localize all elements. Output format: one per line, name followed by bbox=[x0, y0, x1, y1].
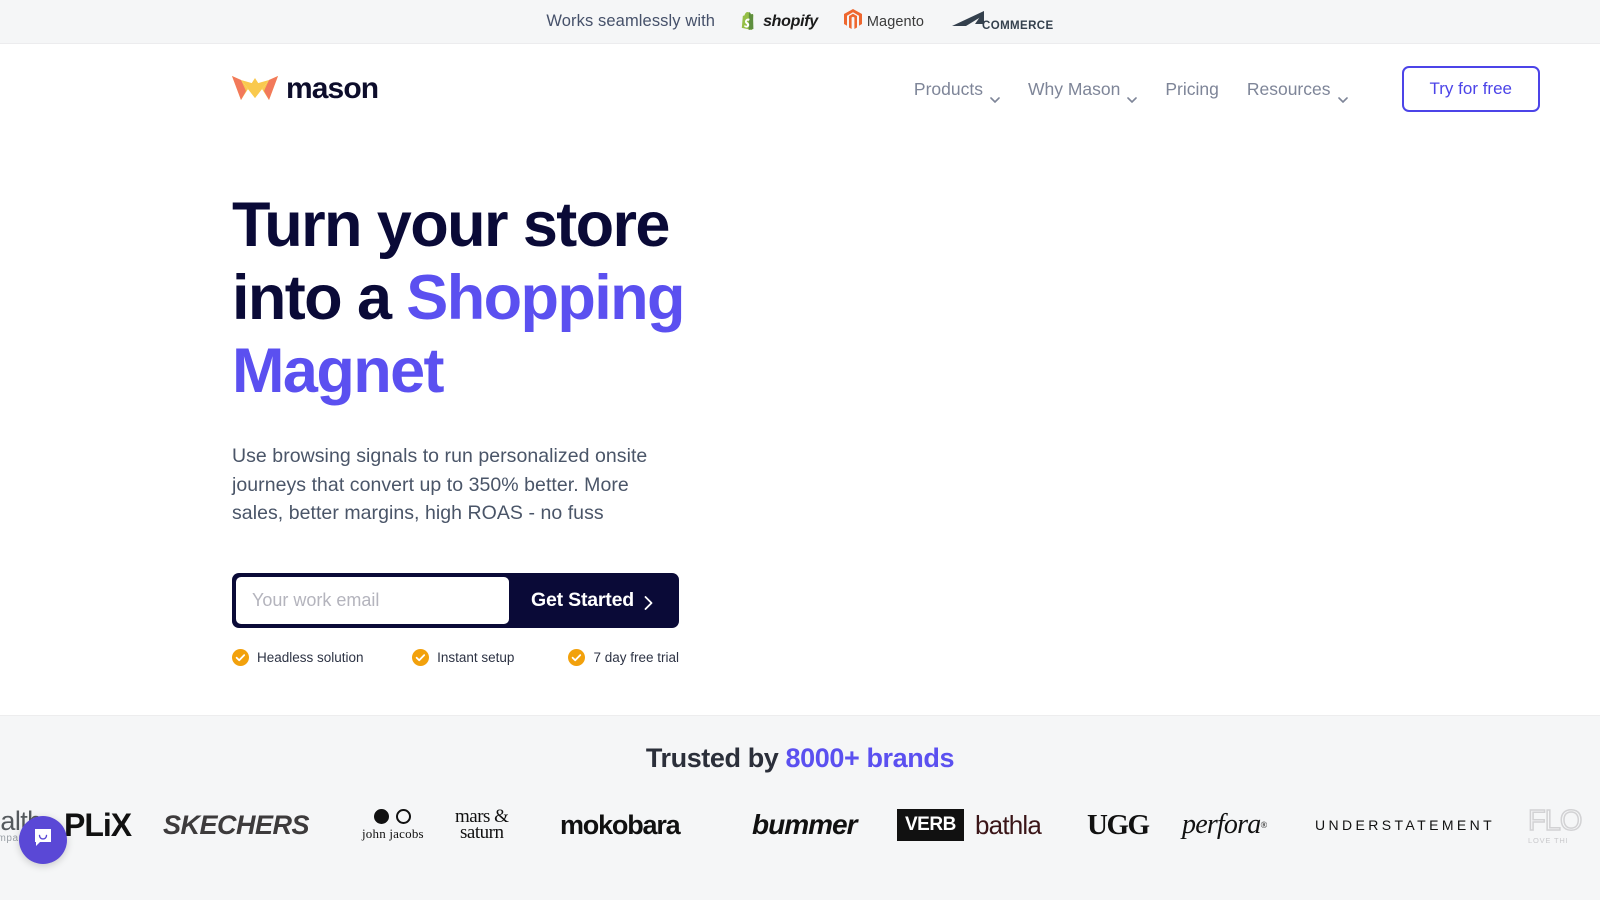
nav-item-pricing[interactable]: Pricing bbox=[1151, 69, 1233, 110]
site-header: mason Products Why Mason Pricing Resourc… bbox=[0, 44, 1600, 134]
shopify-logo: shopify bbox=[741, 12, 818, 31]
trusted-accent: 8000+ brands bbox=[785, 743, 955, 773]
magento-hexagon-icon bbox=[843, 9, 862, 34]
brand-label: VERB bbox=[897, 809, 964, 841]
nav-item-why-mason[interactable]: Why Mason bbox=[1014, 69, 1151, 110]
brand-logo-bathla: bathla bbox=[975, 794, 1042, 856]
trusted-by-section: Trusted by 8000+ brands ealth company PL… bbox=[0, 715, 1600, 900]
announcement-text: Works seamlessly with bbox=[546, 12, 716, 30]
check-circle-icon bbox=[232, 648, 249, 666]
nav-item-resources[interactable]: Resources bbox=[1233, 69, 1362, 110]
page-title: Turn your store into a Shopping Magnet bbox=[232, 189, 752, 408]
chevron-down-icon bbox=[990, 87, 1000, 104]
announcement-bar: Works seamlessly with shopify Magento CO… bbox=[0, 0, 1600, 44]
brand-logo-john-jacobs: john jacobs bbox=[362, 794, 424, 856]
brand-label: john jacobs bbox=[362, 825, 424, 841]
chat-bubble-icon bbox=[31, 826, 55, 855]
get-started-button[interactable]: Get Started bbox=[509, 577, 675, 624]
chevron-down-icon bbox=[1337, 87, 1348, 104]
check-circle-icon bbox=[412, 648, 430, 666]
email-input[interactable] bbox=[236, 576, 509, 624]
feature-instant-setup: Instant setup bbox=[412, 648, 568, 666]
brand-logo-flo: FLO LOVE THI bbox=[1527, 794, 1583, 856]
brand-logo-skechers: SKECHERS bbox=[163, 794, 310, 856]
chevron-down-icon bbox=[1127, 87, 1138, 104]
hero-subheading: Use browsing signals to run personalized… bbox=[232, 445, 648, 524]
magento-label: Magento bbox=[866, 13, 925, 30]
feature-free-trial: 7 day free trial bbox=[568, 648, 679, 666]
brand-logo-ugg: UGG bbox=[1087, 794, 1150, 856]
feature-label: Instant setup bbox=[437, 649, 515, 665]
magento-logo: Magento bbox=[843, 9, 925, 34]
brand-logo-mokobara: mokobara bbox=[560, 794, 681, 856]
feature-label: Headless solution bbox=[257, 649, 364, 665]
signup-form: Get Started bbox=[232, 572, 679, 628]
brand-label: bathla bbox=[975, 809, 1042, 840]
john-jacobs-dots-icon bbox=[374, 808, 412, 824]
brand-name: mason bbox=[286, 72, 379, 105]
main-navigation: Products Why Mason Pricing Resources Try… bbox=[900, 66, 1540, 112]
brand-label: UNDERSTATEMENT bbox=[1315, 817, 1496, 833]
nav-label-resources: Resources bbox=[1246, 78, 1331, 99]
nav-label-pricing: Pricing bbox=[1165, 78, 1219, 99]
chevron-right-icon bbox=[644, 593, 653, 610]
brand-sublabel: LOVE THI bbox=[1528, 836, 1569, 845]
feature-headless-solution: Headless solution bbox=[232, 648, 412, 666]
check-circle-icon bbox=[568, 648, 586, 666]
shopify-bag-icon bbox=[741, 12, 758, 31]
brand-logo-verb: VERB bbox=[897, 794, 964, 856]
hero-section: Turn your store into a Shopping Magnet U… bbox=[0, 134, 1600, 759]
try-for-free-button[interactable]: Try for free bbox=[1401, 66, 1540, 112]
nav-item-products[interactable]: Products bbox=[900, 69, 1014, 110]
brand-logo-bummer: bummer bbox=[752, 794, 857, 856]
bigcommerce-wedge-icon bbox=[950, 10, 986, 33]
brand-logo-understatement: UNDERSTATEMENT bbox=[1315, 794, 1495, 856]
brand-label: perfora bbox=[1182, 809, 1261, 840]
brand-logo-perfora: perfora ® bbox=[1182, 794, 1267, 856]
brand-logo-plix: PLiX bbox=[64, 794, 132, 856]
nav-label-products: Products bbox=[913, 78, 983, 99]
platform-logo-strip: shopify Magento COMMERCE bbox=[741, 9, 1054, 34]
brand-label-line2: saturn bbox=[460, 822, 504, 843]
brand-label: UGG bbox=[1087, 808, 1150, 841]
bigcommerce-label: COMMERCE bbox=[982, 20, 1054, 32]
brand-logo-mars-and-saturn: mars & saturn bbox=[455, 794, 509, 856]
trusted-by-title: Trusted by 8000+ brands bbox=[0, 743, 1600, 774]
nav-label-why-mason: Why Mason bbox=[1027, 78, 1121, 99]
bigcommerce-logo: COMMERCE bbox=[950, 10, 1054, 33]
chat-widget-button[interactable] bbox=[19, 816, 67, 864]
brand-logo[interactable]: mason bbox=[232, 72, 379, 107]
mason-logo-icon bbox=[232, 72, 278, 107]
brand-label: SKECHERS bbox=[163, 809, 310, 840]
trusted-prefix: Trusted by bbox=[645, 743, 786, 773]
brand-label: mokobara bbox=[560, 809, 681, 840]
landing-page: Works seamlessly with shopify Magento CO… bbox=[0, 0, 1600, 900]
shopify-label: shopify bbox=[763, 12, 818, 30]
brand-label: PLiX bbox=[64, 806, 132, 843]
brand-label: FLO bbox=[1527, 804, 1583, 838]
brand-label: bummer bbox=[752, 809, 857, 840]
brand-logo-marquee: ealth company PLiX SKECHERS john jacobs … bbox=[0, 794, 1600, 856]
registered-mark: ® bbox=[1260, 820, 1267, 830]
feature-label: 7 day free trial bbox=[593, 649, 679, 665]
get-started-label: Get Started bbox=[531, 588, 634, 611]
feature-list: Headless solution Instant setup 7 day fr… bbox=[232, 648, 679, 666]
